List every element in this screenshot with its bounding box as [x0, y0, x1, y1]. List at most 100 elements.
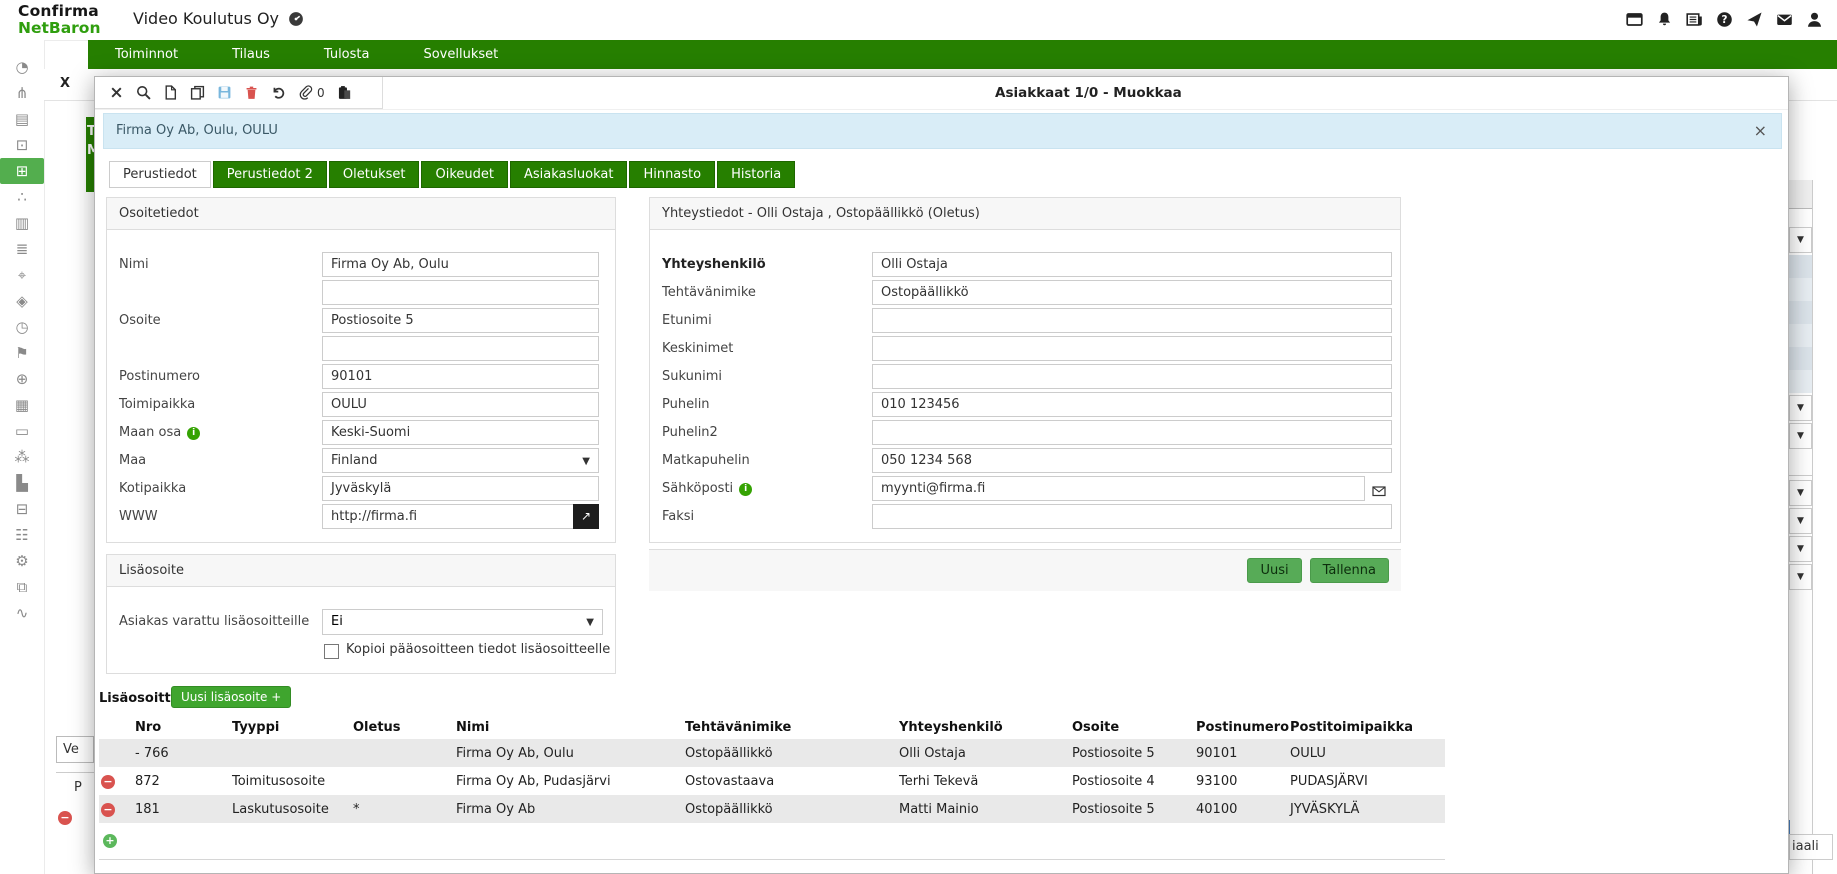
menu-item-sovellukset[interactable]: Sovellukset	[396, 40, 525, 69]
brand-logo[interactable]: Confirma NetBaron	[18, 3, 101, 36]
banner-letter: M	[87, 143, 94, 158]
send-icon[interactable]	[1746, 11, 1763, 28]
osoite-input[interactable]: Postiosoite 5	[322, 308, 599, 333]
sidebar-item-users[interactable]: ⁂	[0, 444, 44, 470]
search-icon[interactable]	[136, 85, 151, 100]
money-icon: ⊡	[16, 136, 29, 154]
background-panel-header-fragment	[1789, 180, 1812, 209]
extra-address-select[interactable]: Ei ▼	[322, 609, 603, 635]
attachment-icon[interactable]	[298, 85, 313, 100]
external-link-icon[interactable]: ↗	[573, 504, 599, 529]
paste-icon[interactable]	[337, 85, 352, 100]
sidebar-item-sitemap[interactable]: ⋔	[0, 80, 44, 106]
info-icon[interactable]: i	[739, 483, 752, 496]
toimipaikka-input[interactable]: OULU	[322, 392, 599, 417]
sidebar-item-document[interactable]: ▤	[0, 106, 44, 132]
address-row[interactable]: - 766Firma Oy Ab, OuluOstopäällikköOlli …	[99, 739, 1445, 767]
field-row-maan-osa: Maan osaiKeski-Suomi	[107, 420, 615, 448]
field-row-osoite: OsoitePostiosoite 5	[107, 308, 615, 336]
tab-perustiedot[interactable]: Perustiedot	[109, 161, 211, 188]
extra-1-input[interactable]	[322, 280, 599, 305]
tab-asiakasluokat[interactable]: Asiakasluokat	[510, 161, 627, 188]
mail-icon[interactable]	[1776, 11, 1793, 28]
new-doc-icon[interactable]	[163, 85, 178, 100]
postinumero-input[interactable]: 90101	[322, 364, 599, 389]
address-row[interactable]: −181Laskutusosoite*Firma Oy AbOstopäälli…	[99, 795, 1445, 823]
info-bar-close-icon[interactable]: ×	[1754, 114, 1767, 148]
envelope-icon[interactable]	[1364, 476, 1392, 501]
sidebar-item-dashboard[interactable]: ◔	[0, 54, 44, 80]
customer-info-text: Firma Oy Ab, Oulu, OULU	[116, 123, 278, 138]
sidebar-item-money[interactable]: ⊡	[0, 132, 44, 158]
matkapuhelin-input[interactable]: 050 1234 568	[872, 448, 1392, 473]
column-header-tehtavanimike: Tehtävänimike	[685, 720, 899, 735]
sidebar-item-calendar[interactable]: ▦	[0, 392, 44, 418]
bell-icon[interactable]	[1656, 11, 1673, 28]
tab-oikeudet[interactable]: Oikeudet	[421, 161, 508, 188]
keskinimet-input[interactable]	[872, 336, 1392, 361]
sidebar-item-wrench[interactable]: ⌖	[0, 262, 44, 288]
yhteyshenkilo-input[interactable]: Olli Ostaja	[872, 252, 1392, 277]
sidebar-item-laptop[interactable]: ▭	[0, 418, 44, 444]
extra-3-input[interactable]	[322, 336, 599, 361]
cell: Postiosoite 5	[1072, 802, 1196, 817]
sukunimi-input[interactable]	[872, 364, 1392, 389]
copy-main-address-checkbox[interactable]	[324, 644, 339, 659]
menu-item-toiminnot[interactable]: Toiminnot	[88, 40, 205, 69]
sidebar-item-cards[interactable]: ⧉	[0, 574, 44, 600]
sidebar-item-globe[interactable]: ⊕	[0, 366, 44, 392]
copy-icon[interactable]	[190, 85, 205, 100]
remove-address-icon[interactable]: −	[101, 775, 115, 789]
help-icon[interactable]: ?	[1716, 11, 1733, 28]
customer-info-bar: Firma Oy Ab, Oulu, OULU ×	[103, 113, 1782, 149]
sidebar-item-cluster[interactable]: ∴	[0, 184, 44, 210]
save-icon[interactable]	[217, 85, 232, 100]
new-address-button[interactable]: Uusi lisäosoite +	[171, 686, 291, 708]
sidebar-item-checklist[interactable]: ≣	[0, 236, 44, 262]
tallenna-button[interactable]: Tallenna	[1310, 558, 1389, 583]
sidebar-item-archive[interactable]: ⊟	[0, 496, 44, 522]
delete-icon[interactable]	[244, 85, 259, 100]
menu-item-tilaus[interactable]: Tilaus	[205, 40, 297, 69]
sidebar-item-gears[interactable]: ⚙	[0, 548, 44, 574]
sidebar-item-bar-chart[interactable]: ▙	[0, 470, 44, 496]
window-icon[interactable]	[1626, 11, 1643, 28]
truck-icon: ▥	[15, 214, 29, 232]
background-tab-close[interactable]: X	[60, 76, 70, 91]
close-icon[interactable]	[109, 85, 124, 100]
add-address-icon[interactable]: +	[103, 834, 117, 848]
puhelin2-input[interactable]	[872, 420, 1392, 445]
maan-osa-input[interactable]: Keski-Suomi	[322, 420, 599, 445]
tab-perustiedot-2[interactable]: Perustiedot 2	[213, 161, 327, 188]
etunimi-input[interactable]	[872, 308, 1392, 333]
sidebar-item-apps-grid[interactable]: ⊞	[0, 158, 44, 184]
tab-hinnasto[interactable]: Hinnasto	[629, 161, 715, 188]
info-icon[interactable]: i	[187, 427, 200, 440]
sidebar-item-truck[interactable]: ▥	[0, 210, 44, 236]
www-input[interactable]: http://firma.fi	[322, 504, 599, 529]
sidebar-item-clock[interactable]: ◷	[0, 314, 44, 340]
sidebar-item-compass[interactable]: ◈	[0, 288, 44, 314]
background-banner-fragment: T M	[86, 117, 94, 192]
faksi-input[interactable]	[872, 504, 1392, 529]
sidebar-item-drawers[interactable]: ☷	[0, 522, 44, 548]
menu-item-tulosta[interactable]: Tulosta	[297, 40, 397, 69]
kotipaikka-input[interactable]: Jyväskylä	[322, 476, 599, 501]
user-icon[interactable]	[1806, 11, 1823, 28]
puhelin-input[interactable]: 010 123456	[872, 392, 1392, 417]
news-icon[interactable]	[1686, 11, 1703, 28]
tehtavanimike-input[interactable]: Ostopäällikkö	[872, 280, 1392, 305]
sahkoposti-input[interactable]: myynti@firma.fi	[872, 476, 1392, 501]
tab-oletukset[interactable]: Oletukset	[329, 161, 420, 188]
maa-select[interactable]: Finland▼	[322, 448, 599, 473]
sidebar-item-flag[interactable]: ⚑	[0, 340, 44, 366]
field-label: Matkapuhelin	[662, 448, 750, 473]
nimi-input[interactable]: Firma Oy Ab, Oulu	[322, 252, 599, 277]
remove-address-icon[interactable]: −	[101, 803, 115, 817]
tab-historia[interactable]: Historia	[717, 161, 795, 188]
background-remove-fragment: −	[58, 806, 72, 825]
sidebar-item-trend[interactable]: ∿	[0, 600, 44, 626]
address-row[interactable]: −872ToimitusosoiteFirma Oy Ab, Pudasjärv…	[99, 767, 1445, 795]
undo-icon[interactable]	[271, 85, 286, 100]
uusi-button[interactable]: Uusi	[1247, 558, 1301, 583]
